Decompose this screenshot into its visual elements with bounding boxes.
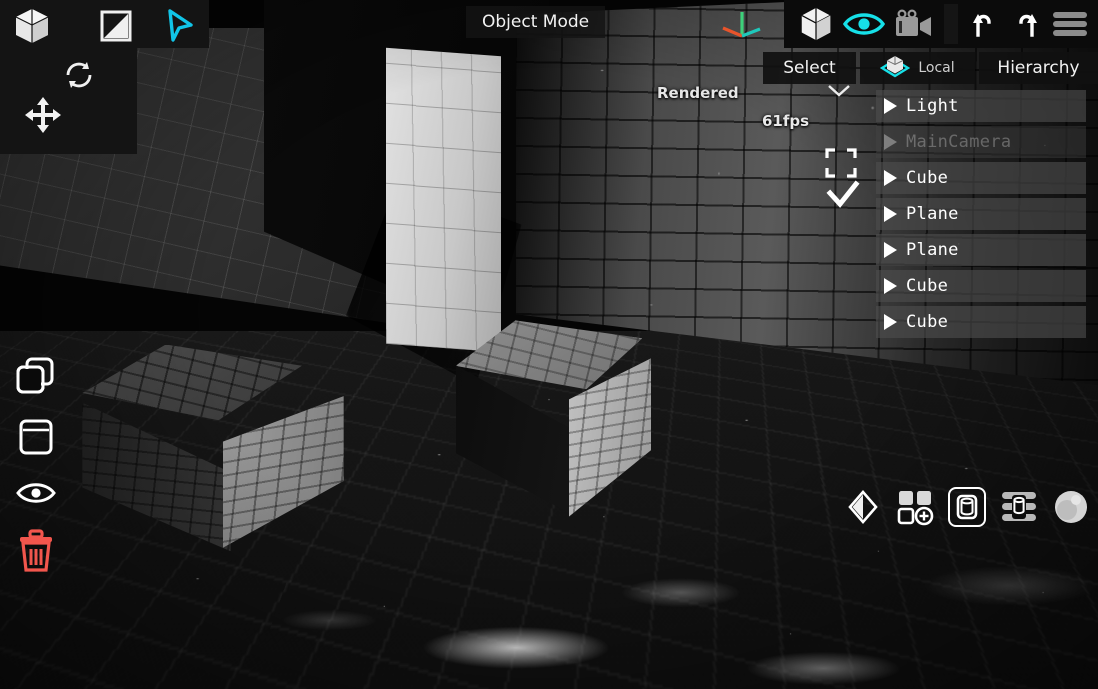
object-visibility-cube[interactable] bbox=[794, 3, 838, 45]
duplicate-squares-icon bbox=[15, 356, 57, 394]
boxed-cylinder-icon bbox=[953, 492, 981, 522]
expand-triangle-icon[interactable] bbox=[884, 278, 897, 294]
undo-button[interactable] bbox=[964, 3, 1004, 45]
axis-gizmo[interactable] bbox=[714, 6, 770, 50]
hierarchy-tab[interactable]: Hierarchy bbox=[979, 52, 1098, 84]
add-object-button[interactable] bbox=[896, 488, 934, 526]
hierarchy-tab-label: Hierarchy bbox=[997, 58, 1079, 78]
left-action-rail bbox=[14, 355, 58, 573]
hamburger-menu-icon bbox=[1051, 9, 1089, 39]
rotate-tool[interactable] bbox=[60, 56, 98, 94]
confirm-check-icon[interactable] bbox=[826, 180, 860, 210]
hierarchy-item-label: Cube bbox=[906, 312, 948, 332]
object-mode-label[interactable]: Object Mode bbox=[466, 6, 605, 38]
hierarchy-item-plane-1[interactable]: Plane bbox=[876, 198, 1086, 230]
cursor-arrow-icon bbox=[164, 8, 196, 44]
fps-counter: 61fps bbox=[762, 112, 809, 130]
hierarchy-item-cube-1[interactable]: Cube bbox=[876, 162, 1086, 194]
chevron-down-icon[interactable] bbox=[826, 82, 852, 98]
shading-mode-label: Rendered bbox=[657, 84, 739, 102]
cube-icon bbox=[797, 5, 835, 43]
move-arrows-icon bbox=[23, 95, 63, 135]
expand-triangle-icon[interactable] bbox=[884, 98, 897, 114]
duplicate-button[interactable] bbox=[14, 355, 58, 395]
expand-triangle-icon[interactable] bbox=[884, 134, 897, 150]
rotate-icon bbox=[62, 58, 96, 92]
toolbar-divider bbox=[944, 4, 958, 44]
hierarchy-item-label: MainCamera bbox=[906, 132, 1011, 152]
frame-selected-icon[interactable] bbox=[824, 147, 858, 179]
shading-square-icon bbox=[99, 10, 133, 42]
material-ball[interactable] bbox=[1052, 488, 1090, 526]
expand-triangle-icon[interactable] bbox=[884, 242, 897, 258]
delete-button[interactable] bbox=[15, 529, 57, 573]
pivot-cube-diamond-icon bbox=[880, 54, 910, 82]
hierarchy-item-label: Cube bbox=[906, 168, 948, 188]
expand-triangle-icon[interactable] bbox=[884, 314, 897, 330]
axis-gizmo-icon bbox=[714, 6, 770, 50]
layers-button[interactable] bbox=[1000, 489, 1038, 525]
transform-space-label: Local bbox=[918, 60, 954, 76]
hierarchy-item-label: Plane bbox=[906, 240, 959, 260]
eye-icon bbox=[842, 9, 886, 39]
hierarchy-item-label: Light bbox=[906, 96, 959, 116]
redo-button[interactable] bbox=[1006, 3, 1046, 45]
hierarchy-item-plane-2[interactable]: Plane bbox=[876, 234, 1086, 266]
diamond-shading-icon bbox=[844, 488, 882, 526]
select-cursor-tool[interactable] bbox=[162, 8, 198, 44]
paste-button[interactable] bbox=[16, 417, 56, 457]
undo-arrow-icon bbox=[969, 9, 999, 39]
object-mode-text: Object Mode bbox=[482, 12, 589, 32]
hierarchy-item-light[interactable]: Light bbox=[876, 90, 1086, 122]
select-mode-label: Select bbox=[783, 58, 835, 78]
expand-triangle-icon[interactable] bbox=[884, 206, 897, 222]
material-shade-button[interactable] bbox=[844, 488, 882, 526]
video-camera-icon bbox=[893, 9, 935, 39]
scene-plane-bright bbox=[386, 47, 501, 352]
hierarchy-item-label: Plane bbox=[906, 204, 959, 224]
eye-icon bbox=[15, 480, 57, 506]
expand-triangle-icon[interactable] bbox=[884, 170, 897, 186]
grid-plus-icon bbox=[896, 488, 934, 526]
sphere-icon bbox=[1052, 488, 1090, 526]
eye-toggle[interactable] bbox=[840, 3, 888, 45]
hierarchy-item-label: Cube bbox=[906, 276, 948, 296]
primitive-button[interactable] bbox=[948, 487, 986, 527]
hierarchy-item-cube-2[interactable]: Cube bbox=[876, 270, 1086, 302]
trash-icon bbox=[16, 529, 56, 573]
layered-cylinder-icon bbox=[1000, 489, 1038, 525]
hierarchy-panel: Light MainCamera Cube Plane Plane Cube C… bbox=[876, 90, 1086, 338]
move-tool[interactable] bbox=[22, 94, 64, 136]
hierarchy-item-maincamera[interactable]: MainCamera bbox=[876, 126, 1086, 158]
object-cube-tool[interactable] bbox=[8, 6, 56, 46]
menu-button[interactable] bbox=[1048, 3, 1092, 45]
hierarchy-item-cube-3[interactable]: Cube bbox=[876, 306, 1086, 338]
camera-tool[interactable] bbox=[890, 3, 938, 45]
clipboard-square-icon bbox=[18, 418, 54, 456]
transform-space-button[interactable]: Local bbox=[860, 52, 975, 84]
select-mode-button[interactable]: Select bbox=[763, 52, 856, 84]
editor-window: Object Mode bbox=[0, 0, 1098, 689]
redo-arrow-icon bbox=[1011, 9, 1041, 39]
shading-tool[interactable] bbox=[98, 10, 134, 42]
bottom-right-toolbar bbox=[844, 487, 1090, 527]
visibility-button[interactable] bbox=[15, 479, 57, 507]
cube-icon bbox=[10, 6, 54, 46]
top-right-toolbar bbox=[784, 0, 1098, 48]
